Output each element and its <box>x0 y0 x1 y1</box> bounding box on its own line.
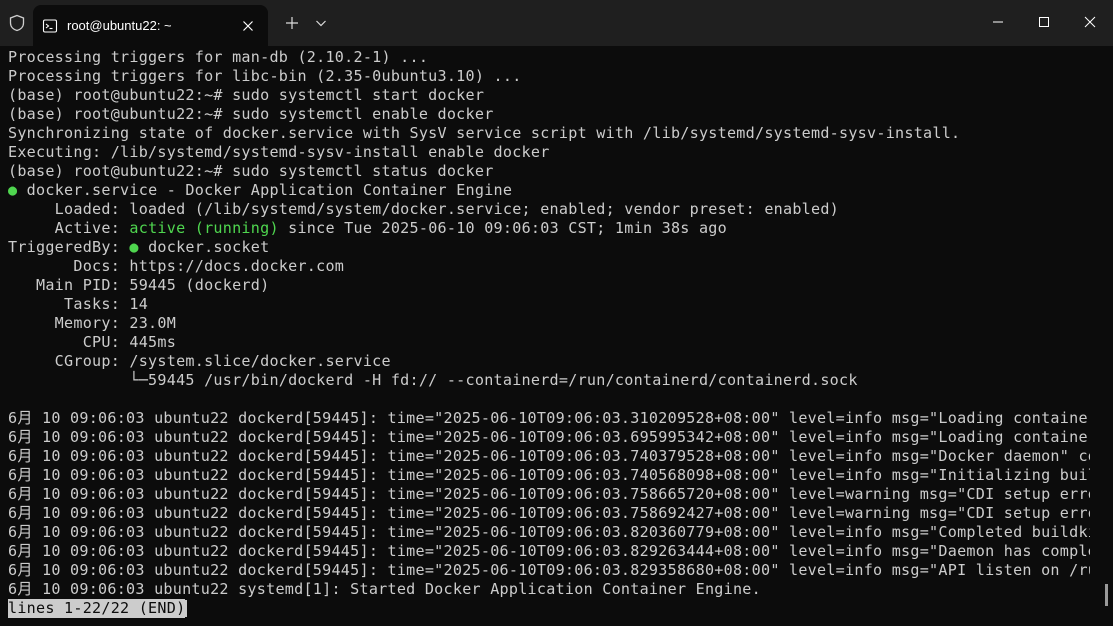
log-line: 6月 10 09:06:03 ubuntu22 dockerd[59445]: … <box>8 447 1090 466</box>
pager-status-line: lines 1-22/22 (END) <box>8 599 1090 618</box>
log-line: 6月 10 09:06:03 ubuntu22 dockerd[59445]: … <box>8 523 1090 542</box>
log-text: 6月 10 09:06:03 ubuntu22 dockerd[59445]: … <box>8 561 1090 579</box>
log-line: 6月 10 09:06:03 ubuntu22 dockerd[59445]: … <box>8 409 1090 428</box>
log-line: 6月 10 09:06:03 ubuntu22 dockerd[59445]: … <box>8 466 1090 485</box>
log-text: 6月 10 09:06:03 ubuntu22 dockerd[59445]: … <box>8 428 1090 446</box>
log-line: 6月 10 09:06:03 ubuntu22 dockerd[59445]: … <box>8 485 1090 504</box>
service-line: ● docker.service - Docker Application Co… <box>8 181 1090 200</box>
socket-dot-icon: ● <box>129 238 139 256</box>
shield-icon[interactable] <box>8 14 26 32</box>
service-name: docker.service - Docker Application Cont… <box>17 181 513 199</box>
tasks-line: Tasks: 14 <box>8 295 149 313</box>
main-pid-line: Main PID: 59445 (dockerd) <box>8 276 270 294</box>
cgroup-child-line: └─59445 /usr/bin/dockerd -H fd:// --cont… <box>8 371 858 389</box>
active-line: Active: active (running) since Tue 2025-… <box>8 219 1090 238</box>
log-text: 6月 10 09:06:03 ubuntu22 dockerd[59445]: … <box>8 409 1090 427</box>
tab-title: root@ubuntu22: ~ <box>67 18 172 33</box>
memory-line: Memory: 23.0M <box>8 314 177 332</box>
active-dot-icon: ● <box>8 181 18 199</box>
log-line: 6月 10 09:06:03 ubuntu22 dockerd[59445]: … <box>8 504 1090 523</box>
close-tab-icon[interactable] <box>240 18 256 34</box>
terminal-output[interactable]: Processing triggers for man-db (2.10.2-1… <box>8 48 1090 624</box>
triggered-by: docker.socket <box>138 238 270 256</box>
log-line: 6月 10 09:06:03 ubuntu22 dockerd[59445]: … <box>8 428 1090 447</box>
log-text: 6月 10 09:06:03 ubuntu22 dockerd[59445]: … <box>8 485 1090 503</box>
triggered-line: TriggeredBy: ● docker.socket <box>8 238 1090 257</box>
triggered-label: TriggeredBy: <box>8 238 130 256</box>
terminal-line: Executing: /lib/systemd/systemd-sysv-ins… <box>8 143 550 161</box>
chevron-down-icon[interactable] <box>314 16 328 30</box>
active-state: active (running) <box>129 219 279 237</box>
terminal-line: (base) root@ubuntu22:~# sudo systemctl s… <box>8 162 494 180</box>
terminal-line: (base) root@ubuntu22:~# sudo systemctl s… <box>8 86 485 104</box>
minimize-icon[interactable] <box>988 12 1008 32</box>
active-label: Active: <box>8 219 130 237</box>
log-text: 6月 10 09:06:03 ubuntu22 dockerd[59445]: … <box>8 447 1090 465</box>
title-bar: root@ubuntu22: ~ <box>0 0 1113 46</box>
scrollbar-thumb[interactable] <box>1105 584 1108 606</box>
log-line: 6月 10 09:06:03 ubuntu22 dockerd[59445]: … <box>8 561 1090 580</box>
new-tab-icon[interactable] <box>283 14 301 32</box>
terminal-icon <box>42 18 58 33</box>
log-text: 6月 10 09:06:03 ubuntu22 dockerd[59445]: … <box>8 542 1090 560</box>
terminal-line: Processing triggers for libc-bin (2.35-0… <box>8 67 522 85</box>
log-text: 6月 10 09:06:03 ubuntu22 dockerd[59445]: … <box>8 523 1090 541</box>
cpu-line: CPU: 445ms <box>8 333 177 351</box>
terminal-line: (base) root@ubuntu22:~# sudo systemctl e… <box>8 105 494 123</box>
cgroup-line: CGroup: /system.slice/docker.service <box>8 352 391 370</box>
terminal-line: Processing triggers for man-db (2.10.2-1… <box>8 48 429 66</box>
log-text: 6月 10 09:06:03 ubuntu22 dockerd[59445]: … <box>8 504 1090 522</box>
terminal-line: Synchronizing state of docker.service wi… <box>8 124 961 142</box>
log-line: 6月 10 09:06:03 ubuntu22 dockerd[59445]: … <box>8 542 1090 561</box>
maximize-icon[interactable] <box>1034 12 1054 32</box>
loaded-line: Loaded: loaded (/lib/systemd/system/dock… <box>8 200 840 218</box>
tab-active[interactable]: root@ubuntu22: ~ <box>33 5 268 46</box>
log-text: 6月 10 09:06:03 ubuntu22 dockerd[59445]: … <box>8 466 1090 484</box>
text-cursor <box>185 600 188 617</box>
pager-status: lines 1-22/22 (END) <box>8 599 186 618</box>
close-window-icon[interactable] <box>1080 12 1100 32</box>
docs-line: Docs: https://docs.docker.com <box>8 257 345 275</box>
active-since: since Tue 2025-06-10 09:06:03 CST; 1min … <box>278 219 727 237</box>
log-line: 6月 10 09:06:03 ubuntu22 systemd[1]: Star… <box>8 580 761 598</box>
